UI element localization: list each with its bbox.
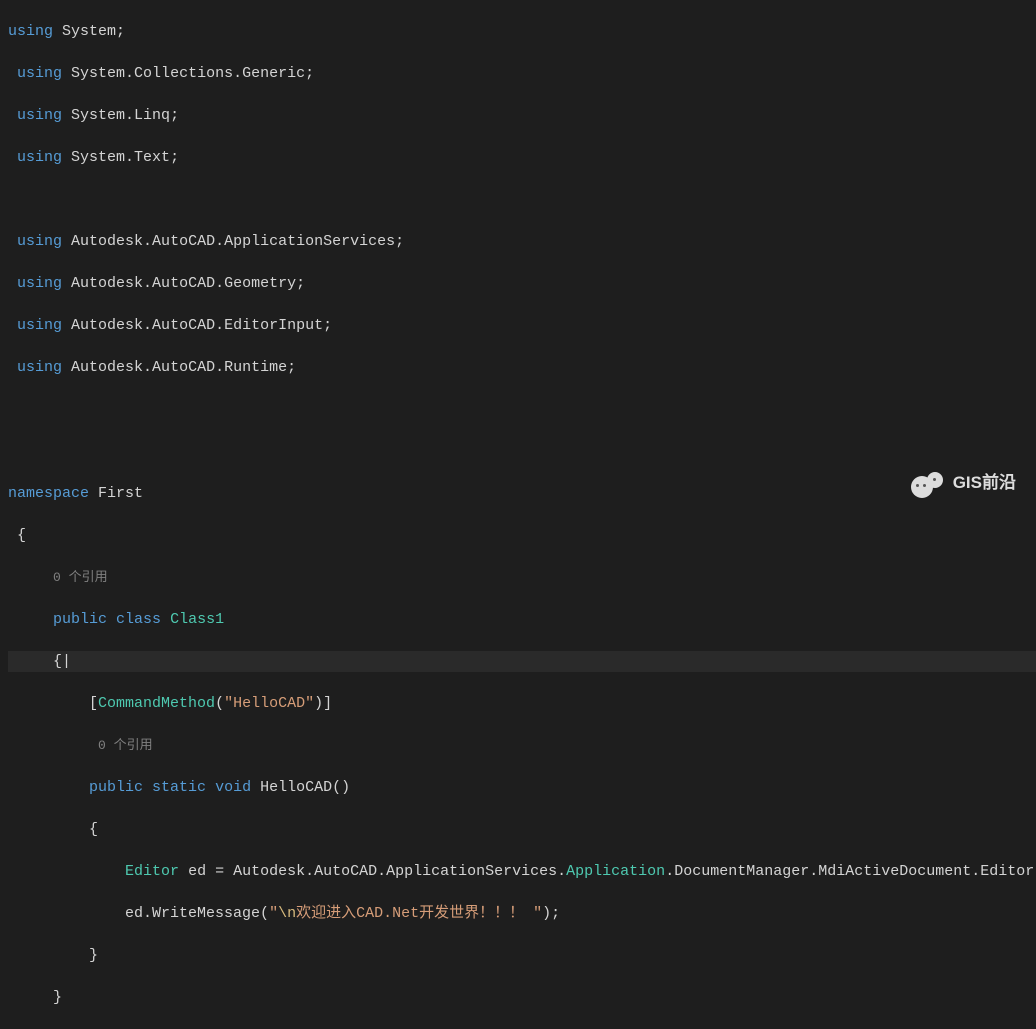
keyword: namespace [8, 485, 89, 502]
code-line: using System.Linq; [8, 105, 1036, 126]
code-line: { [8, 525, 1036, 546]
code-line: ed.WriteMessage("\n欢迎进入CAD.Net开发世界！！！ ")… [8, 903, 1036, 924]
code-lens[interactable]: 0 个引用 [8, 567, 1036, 588]
code-line: Editor ed = Autodesk.AutoCAD.Application… [8, 861, 1036, 882]
references-count[interactable]: 0 个引用 [98, 738, 153, 753]
watermark-text: GIS前沿 [953, 472, 1016, 493]
code-line: using System.Text; [8, 147, 1036, 168]
code-line: public class Class1 [8, 609, 1036, 630]
code-line: using Autodesk.AutoCAD.ApplicationServic… [8, 231, 1036, 252]
escape-sequence: \n [278, 905, 296, 922]
code-lens[interactable]: 0 个引用 [8, 735, 1036, 756]
namespace-name: First [98, 485, 143, 502]
string-literal: "\n欢迎进入CAD.Net开发世界！！！ " [269, 905, 542, 922]
code-line: } [8, 987, 1036, 1008]
wechat-icon [911, 466, 943, 498]
code-line: using Autodesk.AutoCAD.EditorInput; [8, 315, 1036, 336]
code-line: using System; [8, 21, 1036, 42]
code-line [8, 399, 1036, 420]
code-line: using System.Collections.Generic; [8, 63, 1036, 84]
text-cursor: | [62, 653, 71, 670]
attribute-name: CommandMethod [98, 695, 215, 712]
string-literal: "HelloCAD" [224, 695, 314, 712]
namespace-ref: System [62, 23, 116, 40]
code-line: namespace First [8, 483, 1036, 504]
references-count[interactable]: 0 个引用 [53, 570, 108, 585]
code-line: } [8, 945, 1036, 966]
code-line: using Autodesk.AutoCAD.Runtime; [8, 357, 1036, 378]
code-line: { [8, 819, 1036, 840]
code-editor[interactable]: using System; using System.Collections.G… [0, 0, 1036, 1029]
method-name: HelloCAD [260, 779, 332, 796]
type-name: Editor [125, 863, 179, 880]
code-line [8, 189, 1036, 210]
keyword: using [8, 23, 53, 40]
code-line: using Autodesk.AutoCAD.Geometry; [8, 273, 1036, 294]
type-name: Application [566, 863, 665, 880]
code-line: [CommandMethod("HelloCAD")] [8, 693, 1036, 714]
watermark: GIS前沿 [911, 466, 1016, 498]
class-name: Class1 [170, 611, 224, 628]
code-line: public static void HelloCAD() [8, 777, 1036, 798]
code-line [8, 441, 1036, 462]
current-line: {| [8, 651, 1036, 672]
